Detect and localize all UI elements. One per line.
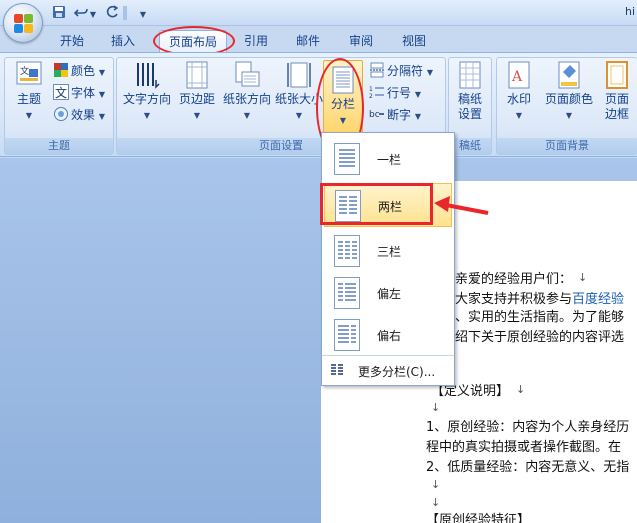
doc-line: 大家支持并积极参与百度经验 (455, 292, 625, 307)
tab-review[interactable]: 审阅 (341, 30, 381, 52)
page-border-icon (604, 60, 630, 90)
three-columns-icon (334, 235, 360, 267)
chevron-down-icon: ▼ (25, 111, 33, 120)
tab-insert[interactable]: 插入 (103, 30, 143, 52)
paint-bucket-icon (556, 60, 582, 90)
group-theme: 文 主题 ▼ 颜色 ▼ 文字体 ▼ 效果 ▼ 主题 (4, 57, 114, 155)
doc-line: 2、低质量经验：内容无意义、无指 (426, 460, 630, 475)
hyphenation-icon: bc (369, 106, 385, 122)
dropdown-divider (322, 355, 454, 356)
paragraph-mark-icon: ↓ (516, 383, 526, 396)
breaks-button[interactable]: 分隔符 ▼ (369, 61, 433, 81)
text-direction-icon (134, 60, 160, 90)
toolbar-divider (123, 6, 127, 20)
customize-toolbar-icon[interactable]: ▼ (134, 5, 152, 21)
theme-label: 主题 (16, 92, 41, 106)
theme-icon: 文 (16, 60, 42, 90)
columns-option-left[interactable]: 偏左 (324, 271, 452, 315)
right-column-icon (334, 319, 360, 351)
title-bar: ▼ ▼ hi (0, 0, 637, 26)
orientation-icon (234, 60, 260, 90)
draft-paper-icon (457, 60, 483, 90)
more-columns-icon (330, 362, 344, 379)
doc-line: 亲爱的经验用户们： (455, 272, 573, 287)
tab-references[interactable]: 引用 (236, 30, 276, 52)
text-direction-button[interactable]: 文字方向 ▼ (119, 60, 175, 123)
paragraph-mark-icon: ↓ (431, 478, 441, 491)
paragraph-mark-icon: ↓ (431, 401, 441, 414)
doc-line: 、实用的生活指南。为了能够 (455, 310, 625, 325)
paragraph-mark-icon: ↓ (578, 271, 588, 284)
columns-option-right[interactable]: 偏右 (324, 313, 452, 357)
colors-button[interactable]: 颜色 ▼ (53, 61, 105, 81)
office-button[interactable] (3, 3, 43, 43)
group-page-background: A 水印 ▼ 页面颜色 ▼ 页面 边框 页面背景 (496, 57, 637, 155)
svg-text:文: 文 (55, 85, 67, 100)
svg-text:2: 2 (369, 93, 373, 100)
columns-option-three[interactable]: 三栏 (324, 229, 452, 273)
doc-line: 【原创经验特征】 (426, 513, 531, 523)
color-palette-icon (53, 62, 69, 78)
columns-dropdown: 一栏 两栏 三栏 偏左 偏右 更多分栏(C)... (321, 132, 455, 386)
page-border-button[interactable]: 页面 边框 (599, 60, 635, 122)
margins-icon (184, 60, 210, 90)
theme-button[interactable]: 文 主题 ▼ (9, 60, 49, 123)
draft-paper-button[interactable]: 稿纸 设置 (451, 60, 489, 122)
page-color-button[interactable]: 页面颜色 ▼ (541, 60, 597, 123)
group-label-theme: 主题 (5, 138, 113, 154)
doc-line: 1、原创经验：内容为个人亲身经历 (426, 420, 630, 435)
svg-text:文: 文 (20, 65, 29, 77)
doc-line: 绍下关于原创经验的内容评选 (455, 330, 625, 345)
annotation-arrow-icon (434, 196, 489, 215)
svg-text:1: 1 (369, 86, 373, 93)
svg-text:bc: bc (369, 110, 380, 120)
tab-view[interactable]: 视图 (394, 30, 434, 52)
svg-text:A: A (511, 69, 523, 85)
orientation-button[interactable]: 纸张方向 ▼ (219, 60, 275, 123)
line-numbers-icon: 12 (369, 84, 385, 100)
page-size-icon (286, 60, 312, 90)
office-logo-icon (14, 14, 34, 34)
redo-icon[interactable] (104, 5, 122, 21)
tab-mailings[interactable]: 邮件 (288, 30, 328, 52)
breaks-icon (369, 62, 385, 78)
doc-line: 程中的真实拍摄或者操作截图。在 (426, 440, 622, 455)
left-column-icon (334, 277, 360, 309)
line-numbers-button[interactable]: 1 2 行号 ▼ (369, 83, 421, 103)
draft-paper-label-1: 稿纸 (457, 92, 482, 106)
ribbon-tabs: 开始 插入 页面布局 引用 邮件 审阅 视图 (0, 26, 637, 52)
window-title: hi (624, 5, 635, 18)
annotation-box-two-columns (320, 183, 433, 225)
paragraph-mark-icon: ↓ (431, 496, 441, 509)
effects-button[interactable]: 效果 ▼ (53, 105, 105, 125)
columns-option-one[interactable]: 一栏 (324, 137, 452, 181)
font-icon: 文 (53, 84, 69, 100)
fonts-button[interactable]: 文字体 ▼ (53, 83, 105, 103)
group-label-page-background: 页面背景 (497, 138, 637, 154)
more-columns-button[interactable]: 更多分栏(C)... (324, 358, 452, 382)
chevron-down-icon[interactable]: ▼ (88, 5, 98, 21)
hyphenation-button[interactable]: bc 断字 ▼ (369, 105, 421, 125)
draft-paper-label-2: 设置 (457, 107, 482, 121)
tab-home[interactable]: 开始 (52, 30, 92, 52)
watermark-icon: A (506, 60, 532, 90)
margins-button[interactable]: 页边距 ▼ (175, 60, 219, 123)
group-label-draft: 稿纸 (449, 138, 491, 154)
effects-icon (53, 106, 69, 122)
save-icon[interactable] (50, 5, 68, 21)
watermark-button[interactable]: A 水印 ▼ (499, 60, 539, 123)
one-column-icon (334, 143, 360, 175)
